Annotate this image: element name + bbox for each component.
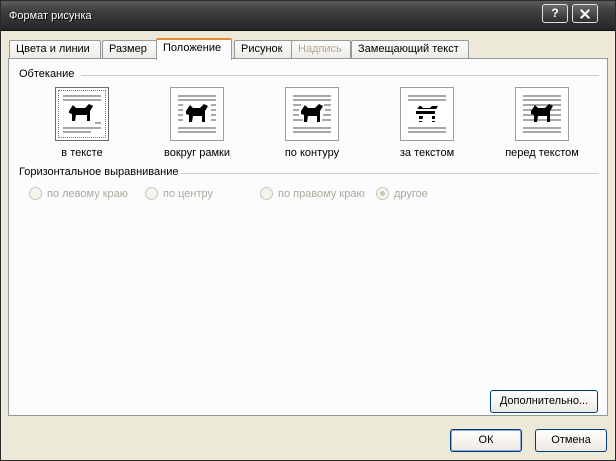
tab-picture[interactable]: Рисунок [234, 40, 292, 59]
close-icon [580, 9, 590, 19]
tab-size[interactable]: Размер [102, 40, 158, 59]
layout-panel: Обтекание в тексте вокруг рамки по конту… [8, 58, 608, 416]
wrap-option-tight[interactable]: по контуру [257, 87, 367, 159]
cancel-button[interactable]: Отмена [535, 429, 607, 452]
wrap-option-front[interactable]: перед текстом [487, 87, 597, 159]
tab-layout[interactable]: Положение [156, 38, 232, 60]
wrap-option-square[interactable]: вокруг рамки [142, 87, 252, 159]
align-right-radio[interactable]: по правому краю [260, 187, 365, 200]
ok-button[interactable]: ОК [450, 429, 522, 452]
alignment-divider [180, 173, 599, 174]
close-button[interactable] [572, 4, 598, 23]
align-center-radio[interactable]: по центру [145, 187, 213, 200]
align-other-label: другое [394, 187, 428, 200]
title-bar[interactable]: Формат рисунка ? [1, 1, 615, 31]
alignment-section-title: Горизонтальное выравнивание [19, 166, 179, 178]
wrapping-divider [81, 75, 599, 76]
square-wrap-icon[interactable] [170, 87, 224, 141]
wrap-option-behind[interactable]: за текстом [372, 87, 482, 159]
tight-wrap-icon[interactable] [285, 87, 339, 141]
align-left-radio[interactable]: по левому краю [29, 187, 128, 200]
advanced-button[interactable]: Дополнительно... [490, 390, 598, 413]
wrap-option-inline-label: в тексте [61, 147, 103, 159]
wrapping-section-title: Обтекание [19, 68, 75, 80]
radio-button-icon [145, 187, 158, 200]
help-button[interactable]: ? [542, 4, 568, 23]
behind-text-icon[interactable] [400, 87, 454, 141]
radio-button-icon [260, 187, 273, 200]
window-title: Формат рисунка [9, 10, 92, 22]
wrap-option-square-label: вокруг рамки [164, 147, 230, 159]
align-right-label: по правому краю [278, 187, 365, 200]
wrap-option-behind-label: за текстом [399, 147, 455, 159]
format-picture-dialog: Формат рисунка ? Цвета и линии Размер По… [0, 0, 616, 461]
inline-with-text-icon[interactable] [55, 87, 109, 141]
radio-button-checked-icon [376, 187, 389, 200]
wrap-option-tight-label: по контуру [284, 147, 340, 159]
in-front-of-text-icon[interactable] [515, 87, 569, 141]
tab-alt-text[interactable]: Замещающий текст [351, 40, 469, 59]
radio-button-icon [29, 187, 42, 200]
wrap-option-front-label: перед текстом [505, 147, 579, 159]
tab-text-box: Надпись [291, 40, 351, 59]
wrap-option-inline[interactable]: в тексте [27, 87, 137, 159]
tab-colors-and-lines[interactable]: Цвета и линии [9, 40, 101, 59]
align-other-radio[interactable]: другое [376, 187, 428, 200]
align-left-label: по левому краю [47, 187, 129, 200]
align-center-label: по центру [163, 187, 214, 200]
tab-layout-label: Положение [163, 42, 222, 54]
